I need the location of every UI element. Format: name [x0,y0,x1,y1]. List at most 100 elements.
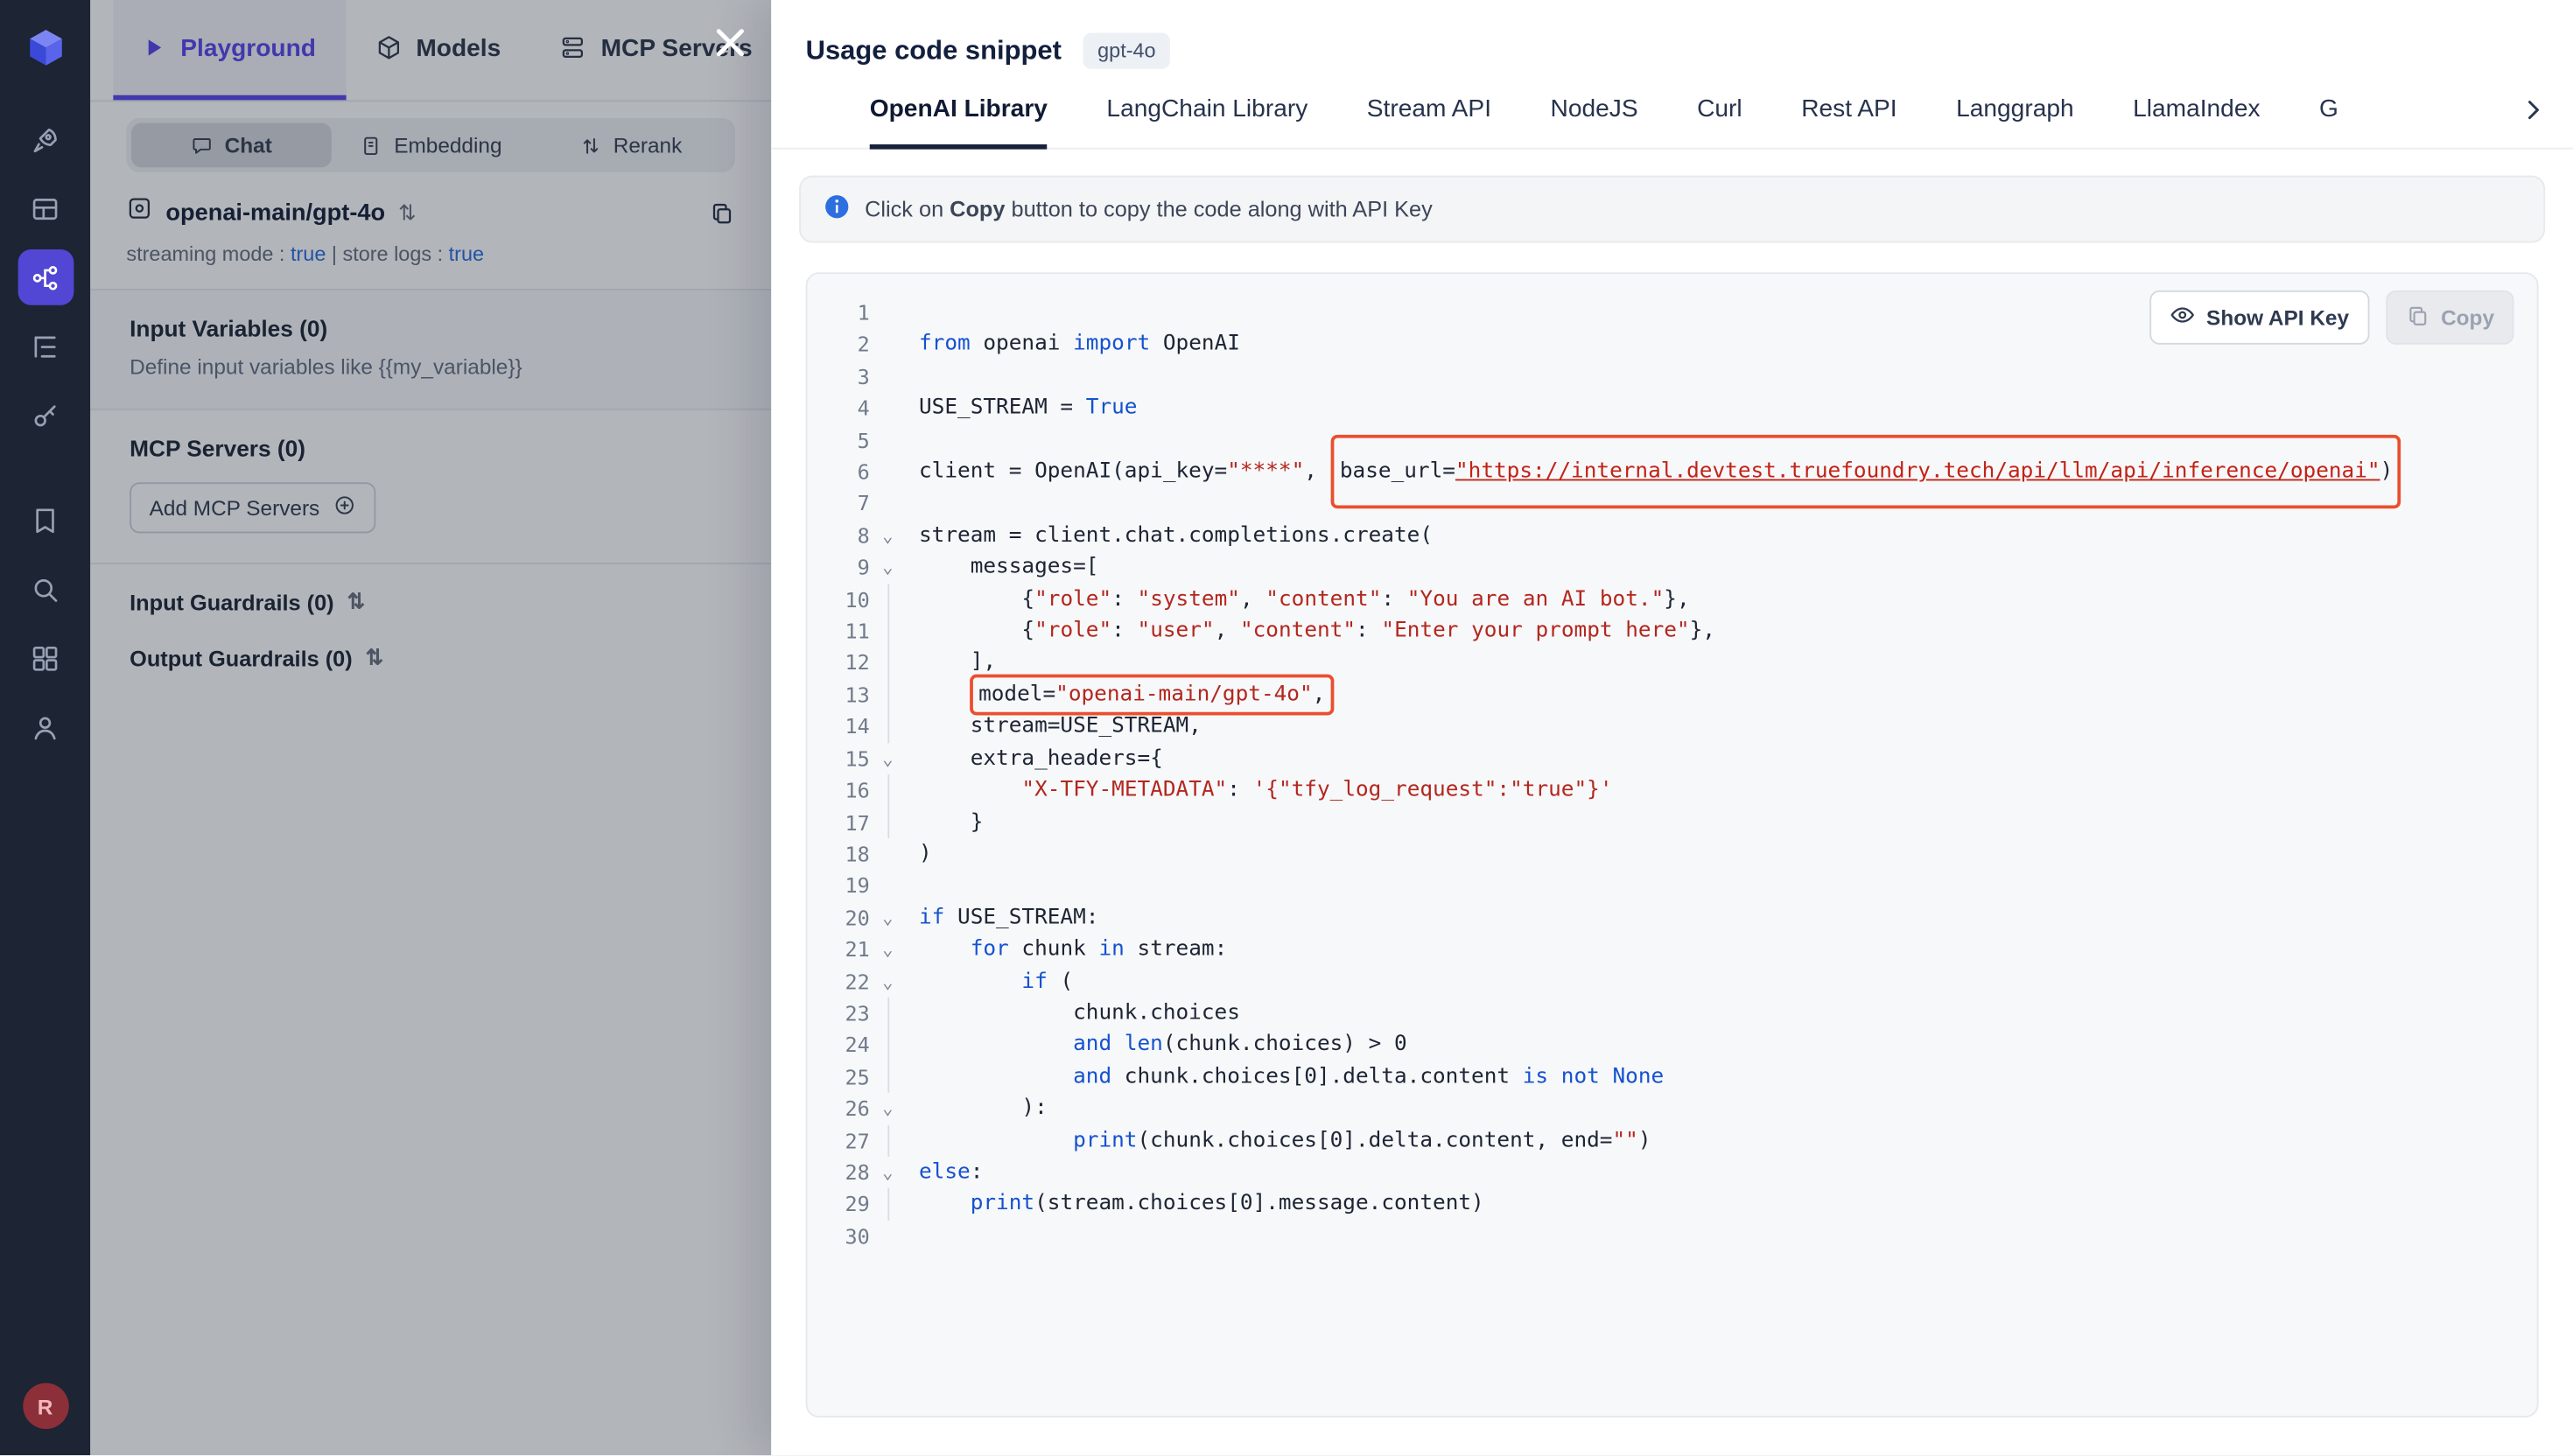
key-icon [30,400,61,431]
code-line: 6client = OpenAI(api_key="****", base_ur… [808,456,2537,487]
code-editor: Show API Key Copy 12from openai import O… [806,272,2539,1418]
code-line: 4USE_STREAM = True [808,393,2537,424]
code-line: 24 and len(chunk.choices) > 0 [808,1029,2537,1060]
code-line: 26⌄ ): [808,1093,2537,1124]
user-icon [30,711,61,743]
code-line: 21⌄ for chunk in stream: [808,934,2537,965]
sidebar-item-users[interactable] [18,699,74,755]
code-line: 27 print(chunk.choices[0].delta.content,… [808,1124,2537,1156]
fold-toggle-icon[interactable]: ⌄ [870,902,906,934]
highlight-box: model="openai-main/gpt-4o", [971,674,1334,715]
line-number: 15 [808,743,870,774]
line-number: 9 [808,551,870,583]
eye-icon [2169,302,2195,333]
tab-langgraph[interactable]: Langgraph [1956,95,2074,150]
sidebar-item-search[interactable] [18,561,74,617]
fold-gutter [870,329,906,360]
fold-gutter [870,648,906,679]
line-number: 5 [808,424,870,456]
fold-gutter [870,297,906,328]
line-number: 26 [808,1093,870,1124]
show-api-key-button[interactable]: Show API Key [2149,290,2368,345]
highlight-box: base_url="https://internal.devtest.truef… [1332,435,2401,508]
code-lines: 12from openai import OpenAI34USE_STREAM … [808,274,2537,1252]
code-line: 9⌄ messages=[ [808,551,2537,583]
code-line: 20⌄if USE_STREAM: [808,902,2537,934]
fold-toggle-icon[interactable]: ⌄ [870,520,906,551]
snippet-tab-bar: OpenAI Library LangChain Library Stream … [771,69,2573,150]
sidebar-item-gateway[interactable] [18,249,74,305]
code-line: 28⌄else: [808,1157,2537,1188]
sidebar-item-collections[interactable] [18,493,74,549]
tab-stream-api[interactable]: Stream API [1367,95,1491,150]
line-number: 25 [808,1061,870,1093]
fold-gutter [870,1188,906,1220]
fold-toggle-icon[interactable]: ⌄ [870,551,906,583]
user-avatar[interactable]: R [22,1383,68,1430]
copy-code-button[interactable]: Copy [2385,290,2513,345]
code-line: 13 model="openai-main/gpt-4o", [808,679,2537,710]
fold-toggle-icon[interactable]: ⌄ [870,965,906,997]
line-number: 11 [808,615,870,647]
banner-text: Click on Copy button to copy the code al… [865,197,1433,221]
tab-overflow-truncated[interactable]: G [2319,95,2338,150]
line-number: 6 [808,456,870,487]
fold-gutter [870,424,906,456]
close-icon [712,24,748,68]
fold-gutter [870,998,906,1029]
sidebar-item-tables[interactable] [18,180,74,236]
line-number: 8 [808,520,870,551]
line-number: 17 [808,807,870,838]
code-line: 15⌄ extra_headers={ [808,743,2537,774]
rocket-icon [30,124,61,156]
tab-nodejs[interactable]: NodeJS [1551,95,1638,150]
fold-toggle-icon[interactable]: ⌄ [870,743,906,774]
sidebar-item-traces[interactable] [18,318,74,374]
sidebar-item-apps[interactable] [18,630,74,686]
fold-gutter [870,838,906,870]
table-icon [30,192,61,224]
tab-openai-library[interactable]: OpenAI Library [870,95,1048,150]
fold-gutter [870,774,906,806]
line-number: 28 [808,1157,870,1188]
tabs-scroll-right-chevron-icon[interactable] [2520,96,2547,147]
tab-curl[interactable]: Curl [1697,95,1742,150]
line-number: 21 [808,934,870,965]
sidebar-item-deploy[interactable] [18,112,74,168]
line-number: 14 [808,710,870,742]
truefoundry-logo-icon[interactable] [18,20,74,76]
list-tree-icon [30,331,61,362]
fold-gutter [870,870,906,901]
line-number: 2 [808,329,870,360]
fold-gutter [870,615,906,647]
fold-gutter [870,1221,906,1252]
line-number: 22 [808,965,870,997]
code-line: 18) [808,838,2537,870]
fold-gutter [870,584,906,615]
line-number: 12 [808,648,870,679]
fold-toggle-icon[interactable]: ⌄ [870,1157,906,1188]
tab-rest-api[interactable]: Rest API [1801,95,1896,150]
search-icon [30,573,61,605]
apps-grid-icon [30,642,61,674]
fold-toggle-icon[interactable]: ⌄ [870,1093,906,1124]
fold-gutter [870,679,906,710]
fold-gutter [870,1124,906,1156]
line-number: 30 [808,1221,870,1252]
sidebar-item-keys[interactable] [18,388,74,444]
line-number: 10 [808,584,870,615]
line-number: 29 [808,1188,870,1220]
code-line: 25 and chunk.choices[0].delta.content is… [808,1061,2537,1093]
modal-backdrop[interactable] [90,0,771,1455]
fold-gutter [870,710,906,742]
copy-info-banner: Click on Copy button to copy the code al… [799,176,2545,243]
line-number: 4 [808,393,870,424]
tab-langchain-library[interactable]: LangChain Library [1106,95,1308,150]
modal-header: Usage code snippet gpt-4o [771,0,2573,69]
fold-toggle-icon[interactable]: ⌄ [870,934,906,965]
code-line: 16 "X-TFY-METADATA": '{"tfy_log_request"… [808,774,2537,806]
tab-llamaindex[interactable]: LlamaIndex [2133,95,2260,150]
fold-gutter [870,456,906,487]
close-button[interactable] [704,20,756,73]
line-number: 27 [808,1124,870,1156]
